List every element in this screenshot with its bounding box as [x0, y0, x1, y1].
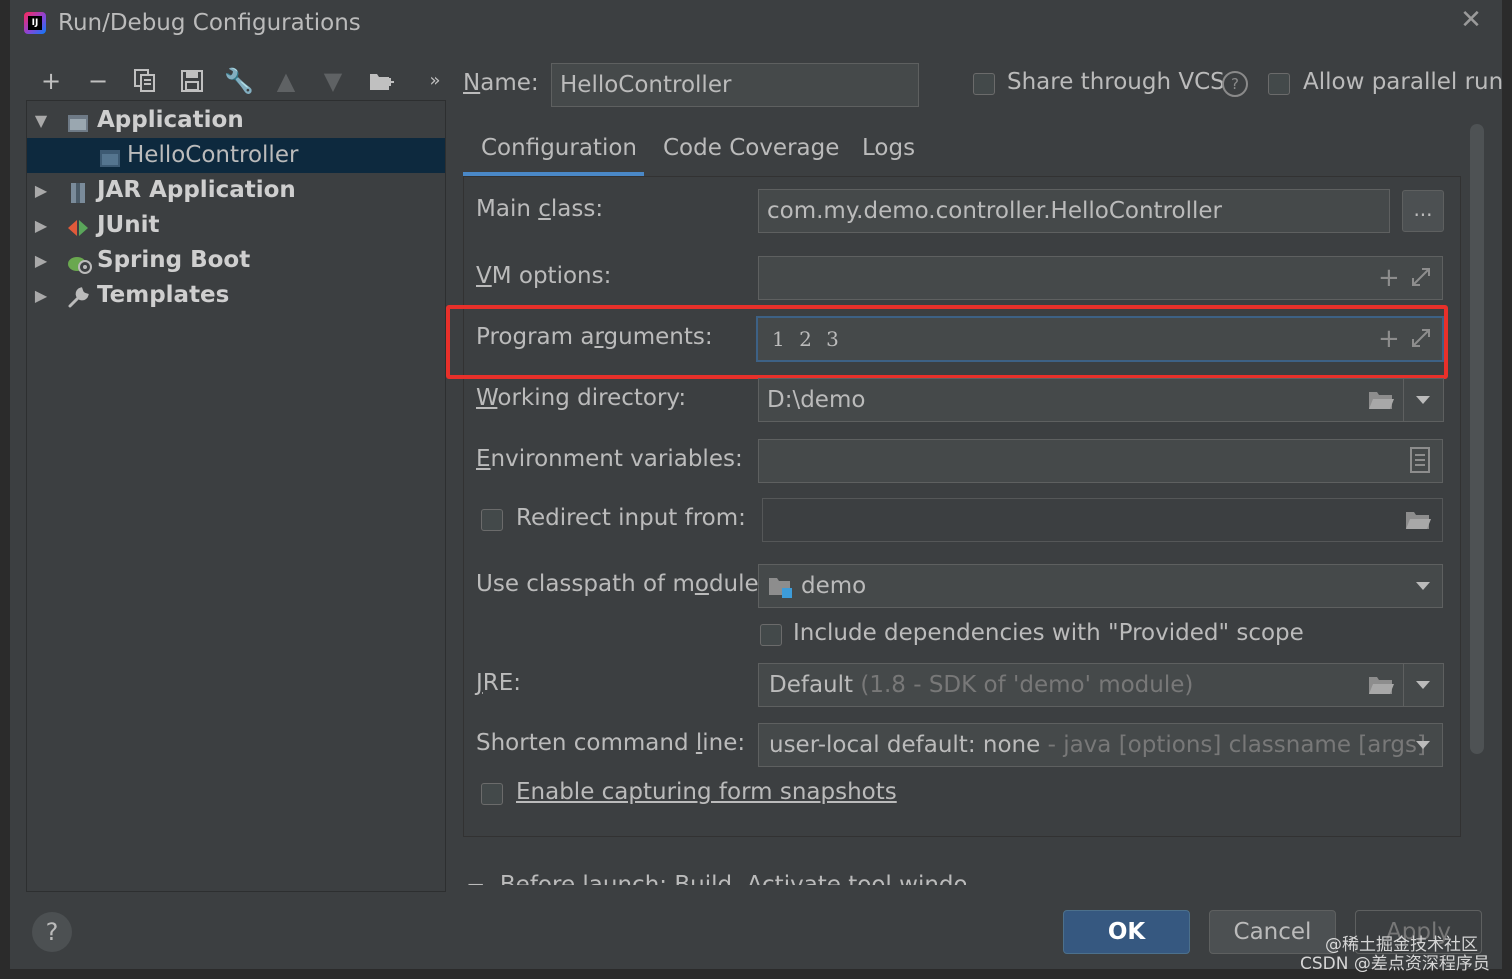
tree-item-label: HelloController — [127, 142, 299, 168]
annotation-highlight-box — [446, 305, 1448, 379]
scrollbar[interactable] — [1470, 124, 1484, 754]
copy-icon[interactable] — [128, 64, 162, 98]
chevron-right-icon[interactable]: ▶ — [31, 173, 51, 208]
close-icon[interactable]: ✕ — [1458, 6, 1484, 34]
before-launch-label: − Before launch: Build, Activate tool wi… — [466, 872, 966, 885]
tree-item-label: JUnit — [97, 212, 160, 238]
before-launch-section[interactable]: − Before launch: Build, Activate tool wi… — [466, 858, 966, 885]
env-vars-field[interactable] — [758, 439, 1443, 483]
chevron-down-icon — [1416, 681, 1430, 689]
application-config-icon — [99, 145, 121, 167]
chevron-right-icon[interactable]: ▶ — [31, 208, 51, 243]
vm-options-label: VM options: — [476, 263, 612, 289]
window-title: Run/Debug Configurations — [58, 10, 361, 36]
application-icon — [67, 110, 89, 132]
tree-item-label: Spring Boot — [97, 247, 251, 273]
remove-icon[interactable]: − — [81, 64, 115, 98]
shorten-cmd-label: Shorten command line: — [476, 730, 746, 756]
move-down-icon[interactable]: ▼ — [316, 64, 350, 98]
shorten-cmd-value: user-local default: none — [769, 732, 1041, 758]
tree-item-spring-boot[interactable]: ▶ Spring Boot — [27, 243, 445, 278]
tree-item-label: Application — [97, 107, 244, 133]
add-icon[interactable]: + — [34, 64, 68, 98]
configuration-tree: ▼ Application HelloController ▶ JAR Appl… — [26, 100, 446, 892]
module-folder-icon — [768, 575, 794, 605]
shorten-cmd-select[interactable]: user-local default: none - java [options… — [758, 723, 1443, 767]
tree-item-junit[interactable]: ▶ JUnit — [27, 208, 445, 243]
include-deps-checkbox[interactable] — [760, 624, 782, 646]
folder-icon[interactable] — [1405, 509, 1431, 537]
share-vcs-label: Share through VCS — [1007, 69, 1225, 95]
move-up-icon[interactable]: ▲ — [269, 64, 303, 98]
shorten-cmd-hint: - java [options] classname [args] — [1047, 732, 1426, 758]
wrench-icon — [67, 285, 89, 308]
cancel-button[interactable]: Cancel — [1209, 910, 1336, 954]
classpath-label: Use classpath of module: — [476, 571, 767, 597]
tree-item-jar-application[interactable]: ▶ JAR Application — [27, 173, 445, 208]
name-field[interactable]: HelloController — [551, 63, 919, 107]
working-dir-label: Working directory: — [476, 385, 687, 411]
snapshots-checkbox[interactable] — [481, 783, 503, 805]
main-class-field[interactable]: com.my.demo.controller.HelloController — [758, 189, 1390, 233]
tree-item-hellocontroller[interactable]: HelloController — [27, 138, 445, 173]
jre-value: Default — [769, 672, 854, 698]
more-icon[interactable]: » — [418, 64, 452, 98]
expand-icon[interactable] — [1410, 266, 1432, 294]
redirect-input-field[interactable] — [762, 498, 1443, 542]
classpath-select[interactable]: demo — [758, 564, 1443, 608]
help-icon[interactable]: ? — [1222, 71, 1248, 97]
active-tab-indicator — [463, 172, 644, 176]
working-dir-field[interactable]: D:\demo — [758, 378, 1404, 422]
redirect-input-label: Redirect input from: — [516, 505, 746, 531]
document-icon[interactable] — [1410, 447, 1430, 479]
include-deps-label: Include dependencies with "Provided" sco… — [793, 620, 1304, 646]
ok-button[interactable]: OK — [1063, 910, 1190, 954]
wrench-icon[interactable]: 🔧 — [222, 64, 256, 98]
jre-hint: (1.8 - SDK of 'demo' module) — [860, 672, 1194, 698]
chevron-right-icon[interactable]: ▶ — [31, 278, 51, 313]
spring-boot-icon — [67, 250, 92, 274]
jre-label: JRE: — [476, 670, 522, 696]
tree-item-label: JAR Application — [97, 177, 296, 203]
jar-icon — [67, 180, 89, 203]
vm-options-field[interactable] — [758, 256, 1443, 300]
chevron-right-icon[interactable]: ▶ — [31, 243, 51, 278]
intellij-idea-icon: IJ — [24, 12, 46, 34]
env-vars-label: Environment variables: — [476, 446, 743, 472]
tree-item-application[interactable]: ▼ Application — [27, 103, 445, 138]
watermark-line2: CSDN @差点资深程序员 — [1300, 954, 1490, 974]
browse-button[interactable]: ... — [1402, 190, 1444, 232]
jre-field[interactable]: Default (1.8 - SDK of 'demo' module) — [758, 663, 1404, 707]
chevron-down-icon — [1416, 582, 1430, 590]
junit-icon — [67, 215, 89, 237]
main-class-label: Main class: — [476, 196, 604, 222]
name-label: NHelloControllerame: — [463, 70, 539, 96]
chevron-down-icon[interactable]: ▼ — [31, 103, 51, 138]
redirect-input-checkbox[interactable] — [481, 509, 503, 531]
allow-parallel-checkbox[interactable] — [1268, 73, 1290, 95]
tree-item-templates[interactable]: ▶ Templates — [27, 278, 445, 313]
tree-item-label: Templates — [97, 282, 230, 308]
chevron-down-icon — [1416, 396, 1430, 404]
tab-logs[interactable]: Logs — [862, 130, 915, 176]
help-button[interactable]: ? — [32, 912, 72, 952]
tab-code-coverage[interactable]: Code Coverage — [663, 130, 839, 176]
chevron-down-icon — [1416, 741, 1430, 749]
tab-configuration[interactable]: Configuration — [481, 130, 637, 176]
snapshots-label: Enable capturing form snapshots — [516, 779, 897, 805]
folder-icon[interactable] — [1368, 674, 1394, 702]
save-icon[interactable] — [175, 64, 209, 98]
allow-parallel-label: Allow parallel run — [1303, 69, 1504, 95]
new-folder-icon[interactable] — [365, 64, 399, 98]
folder-icon[interactable] — [1368, 389, 1394, 417]
plus-icon[interactable]: + — [1378, 264, 1400, 292]
share-vcs-checkbox[interactable] — [973, 73, 995, 95]
